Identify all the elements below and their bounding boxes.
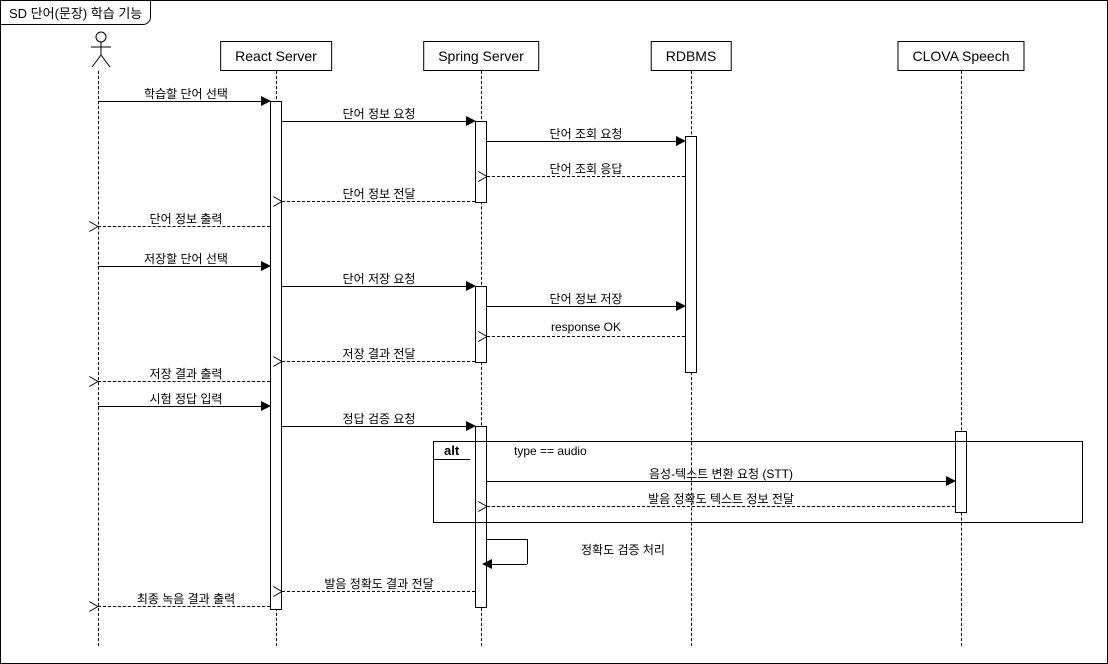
- arrow-m10: [487, 336, 685, 337]
- arrowhead-m9: [676, 301, 686, 311]
- actor-user: [86, 31, 116, 69]
- alt-guard: type == audio: [514, 444, 587, 458]
- label-m4: 단어 조회 응답: [550, 160, 623, 177]
- arrowhead-m14: [466, 421, 476, 431]
- arrowhead-m13: [261, 401, 271, 411]
- label-m15: 음성-텍스트 변환 요청 (STT): [649, 465, 793, 482]
- label-m12: 저장 결과 출력: [150, 365, 223, 382]
- label-m13: 시험 정답 입력: [150, 390, 223, 407]
- arrowhead-m2: [466, 116, 476, 126]
- label-m10: response OK: [551, 320, 621, 334]
- participant-clova: CLOVA Speech: [897, 41, 1024, 71]
- label-m1: 학습할 단어 선택: [144, 85, 228, 102]
- activation-spring-2: [475, 286, 487, 363]
- label-m3: 단어 조회 요청: [550, 125, 623, 142]
- participant-spring: Spring Server: [423, 41, 539, 71]
- label-m16: 발음 정확도 텍스트 정보 전달: [648, 490, 794, 507]
- activation-spring-1: [475, 121, 487, 203]
- alt-label: alt: [433, 441, 476, 460]
- arrowhead-m3: [676, 136, 686, 146]
- label-m17: 정확도 검증 처리: [581, 541, 665, 558]
- lifeline-clova: [961, 71, 962, 646]
- lifeline-actor: [98, 71, 99, 646]
- diagram-title: SD 단어(문장) 학습 기능: [0, 0, 151, 25]
- label-m6: 단어 정보 출력: [150, 210, 223, 227]
- label-m5: 단어 정보 전달: [343, 185, 416, 202]
- arrowhead-m7: [261, 261, 271, 271]
- label-m8: 단어 저장 요청: [343, 270, 416, 287]
- participant-react: React Server: [220, 41, 332, 71]
- activation-rdbms-1: [685, 136, 697, 373]
- arrowhead-m15: [946, 476, 956, 486]
- label-m11: 저장 결과 전달: [343, 345, 416, 362]
- label-m19: 최종 녹음 결과 출력: [137, 590, 235, 607]
- label-m14: 정답 검증 요청: [343, 410, 416, 427]
- arrowhead-m8: [466, 281, 476, 291]
- label-m2: 단어 정보 요청: [343, 105, 416, 122]
- arrowhead-m1: [261, 96, 271, 106]
- label-m7: 저장할 단어 선택: [144, 250, 228, 267]
- label-m18: 발음 정확도 결과 전달: [324, 575, 433, 592]
- label-m9: 단어 정보 저장: [550, 290, 623, 307]
- activation-react: [270, 101, 282, 610]
- participant-rdbms: RDBMS: [651, 41, 732, 71]
- alt-frame: alt type == audio: [433, 441, 1083, 523]
- sequence-diagram: SD 단어(문장) 학습 기능 React Server Spring Serv…: [0, 0, 1108, 664]
